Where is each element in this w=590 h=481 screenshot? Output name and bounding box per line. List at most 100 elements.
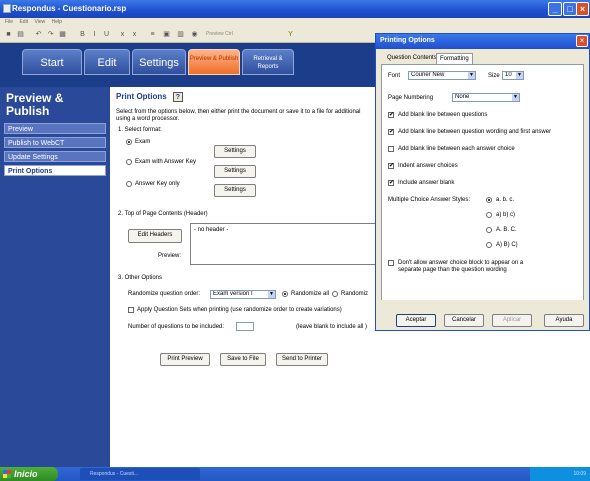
spell-icon[interactable]: Y xyxy=(286,30,295,39)
num-questions-label: Number of questions to be included: xyxy=(128,324,225,330)
randomize-all-radio[interactable] xyxy=(282,291,288,297)
help-button-dialog[interactable]: Ayuda xyxy=(544,314,584,327)
format-exam-key-radio[interactable] xyxy=(126,159,132,165)
sidebar-title: Preview & Publish xyxy=(6,91,64,118)
option-checkbox-3[interactable] xyxy=(388,162,394,169)
exam-key-settings-button[interactable]: Settings xyxy=(214,165,256,178)
chevron-down-icon: ▼ xyxy=(268,291,275,298)
taskbar-item[interactable]: Respondus - Cuesti... xyxy=(80,468,200,480)
start-label: Inicio xyxy=(14,469,38,479)
sidebar-item-preview[interactable]: Preview xyxy=(4,123,106,134)
section-header-label: 2. Top of Page Contents (Header) xyxy=(118,211,208,217)
mc-style-label-2: A. B. C. xyxy=(496,227,517,233)
sidebar-item-update-settings[interactable]: Update Settings xyxy=(4,151,106,162)
window-title: Respondus - Cuestionario.rsp xyxy=(12,4,127,13)
no-split-checkbox[interactable] xyxy=(388,260,394,266)
chevron-down-icon: ▼ xyxy=(468,72,475,79)
randomize-partial-radio[interactable] xyxy=(332,291,338,297)
image-icon[interactable]: ▣ xyxy=(162,30,171,39)
superscript-icon[interactable]: x xyxy=(130,30,139,39)
section-other-label: 3. Other Options xyxy=(118,275,163,281)
mc-style-radio-2[interactable] xyxy=(486,227,492,233)
mc-style-radio-1[interactable] xyxy=(486,212,492,218)
undo-icon[interactable]: ↶ xyxy=(34,30,43,39)
option-checkbox-2[interactable] xyxy=(388,146,394,152)
key-only-settings-button[interactable]: Settings xyxy=(214,184,256,197)
app-icon xyxy=(3,4,11,13)
header-preview-text: - no header - xyxy=(194,227,229,233)
menu-edit[interactable]: Edit xyxy=(19,19,28,25)
tab-question-contents[interactable]: Question Contents xyxy=(384,53,440,64)
format-key-only-label: Answer Key only xyxy=(135,181,180,187)
option-checkbox-1[interactable] xyxy=(388,128,394,135)
sidebar-item-publish[interactable]: Publish to WebCT xyxy=(4,137,106,148)
grid-icon[interactable]: ▦ xyxy=(58,30,67,39)
tab-formatting[interactable]: Formatting xyxy=(436,53,473,64)
mc-style-label: Multiple Choice Answer Styles: xyxy=(388,197,471,203)
print-preview-button[interactable]: Print Preview xyxy=(160,353,210,366)
printing-options-dialog: Printing Options × Question Contents For… xyxy=(375,33,590,331)
maximize-button[interactable]: □ xyxy=(563,2,577,16)
print-icon[interactable]: ▤ xyxy=(16,30,25,39)
save-icon[interactable]: ■ xyxy=(4,30,13,39)
size-select[interactable]: 10 ▼ xyxy=(502,71,524,80)
page-numbering-select-value: None xyxy=(455,94,470,100)
menu-file[interactable]: File xyxy=(5,19,13,25)
no-split-label-2: separate page than the question wording xyxy=(398,267,507,273)
no-split-label: Don't allow answer choice block to appea… xyxy=(398,260,524,266)
format-key-only-radio[interactable] xyxy=(126,181,132,187)
redo-icon[interactable]: ↷ xyxy=(46,30,55,39)
start-button[interactable]: Inicio xyxy=(0,467,58,481)
minimize-button[interactable]: _ xyxy=(548,2,562,16)
intro-text-2: using a word processor. xyxy=(116,116,180,122)
randomize-select-value: Exam version I xyxy=(213,291,253,297)
option-checkbox-4[interactable] xyxy=(388,179,394,186)
font-select[interactable]: Courier New ▼ xyxy=(408,71,476,80)
tab-start[interactable]: Start xyxy=(22,49,82,75)
save-to-file-button[interactable]: Save to File xyxy=(220,353,266,366)
align-icon[interactable]: ≡ xyxy=(148,30,157,39)
menu-view[interactable]: View xyxy=(34,19,45,25)
apply-button[interactable]: Aplicar xyxy=(492,314,532,327)
clock: 10:09 xyxy=(573,471,586,477)
tab-edit[interactable]: Edit xyxy=(84,49,130,75)
mc-style-radio-3[interactable] xyxy=(486,242,492,248)
tab-retrieval-reports[interactable]: Retrieval & Reports xyxy=(242,49,294,75)
close-button[interactable]: × xyxy=(576,2,589,16)
cancel-button[interactable]: Cancelar xyxy=(444,314,484,327)
edit-headers-button[interactable]: Edit Headers xyxy=(128,229,182,243)
menu-help[interactable]: Help xyxy=(52,19,62,25)
apply-sets-checkbox[interactable] xyxy=(128,307,134,313)
subscript-icon[interactable]: x xyxy=(118,30,127,39)
bold-icon[interactable]: B xyxy=(78,30,87,39)
tab-settings[interactable]: Settings xyxy=(132,49,186,75)
italic-icon[interactable]: I xyxy=(90,30,99,39)
randomize-partial-label: Randomiz xyxy=(341,291,369,297)
sidebar-item-print-options[interactable]: Print Options xyxy=(4,165,106,176)
table-icon[interactable]: ▥ xyxy=(176,30,185,39)
help-button[interactable]: ? xyxy=(172,92,183,102)
num-questions-input[interactable] xyxy=(236,322,254,331)
tab-preview-publish[interactable]: Preview & Publish xyxy=(188,49,240,75)
randomize-select[interactable]: Exam version I ▼ xyxy=(210,290,276,299)
header-preview: - no header - xyxy=(190,223,380,265)
exam-settings-button[interactable]: Settings xyxy=(214,145,256,158)
underline-icon[interactable]: U xyxy=(102,30,111,39)
page-title-text: Print Options xyxy=(116,92,167,101)
accept-button[interactable]: Aceptar xyxy=(396,314,436,327)
option-label-4: Include answer blank xyxy=(398,180,455,186)
mc-style-radio-0[interactable] xyxy=(486,197,492,203)
page-numbering-select[interactable]: None ▼ xyxy=(452,93,520,102)
preview-label: Preview: xyxy=(158,253,182,259)
font-select-value: Courier New xyxy=(411,72,445,78)
media-icon[interactable]: ◉ xyxy=(190,30,199,39)
num-questions-hint: (leave blank to include all ) xyxy=(296,324,368,330)
preview-toolbar-label[interactable]: Preview Ctrl xyxy=(206,30,233,39)
randomize-all-label: Randomize all xyxy=(291,291,330,297)
sidebar: Preview & Publish Preview Publish to Web… xyxy=(0,87,110,467)
send-to-printer-button[interactable]: Send to Printer xyxy=(276,353,328,366)
option-checkbox-0[interactable] xyxy=(388,111,394,118)
font-label: Font xyxy=(388,73,401,79)
format-exam-radio[interactable] xyxy=(126,139,132,145)
dialog-close-button[interactable]: × xyxy=(576,35,588,47)
